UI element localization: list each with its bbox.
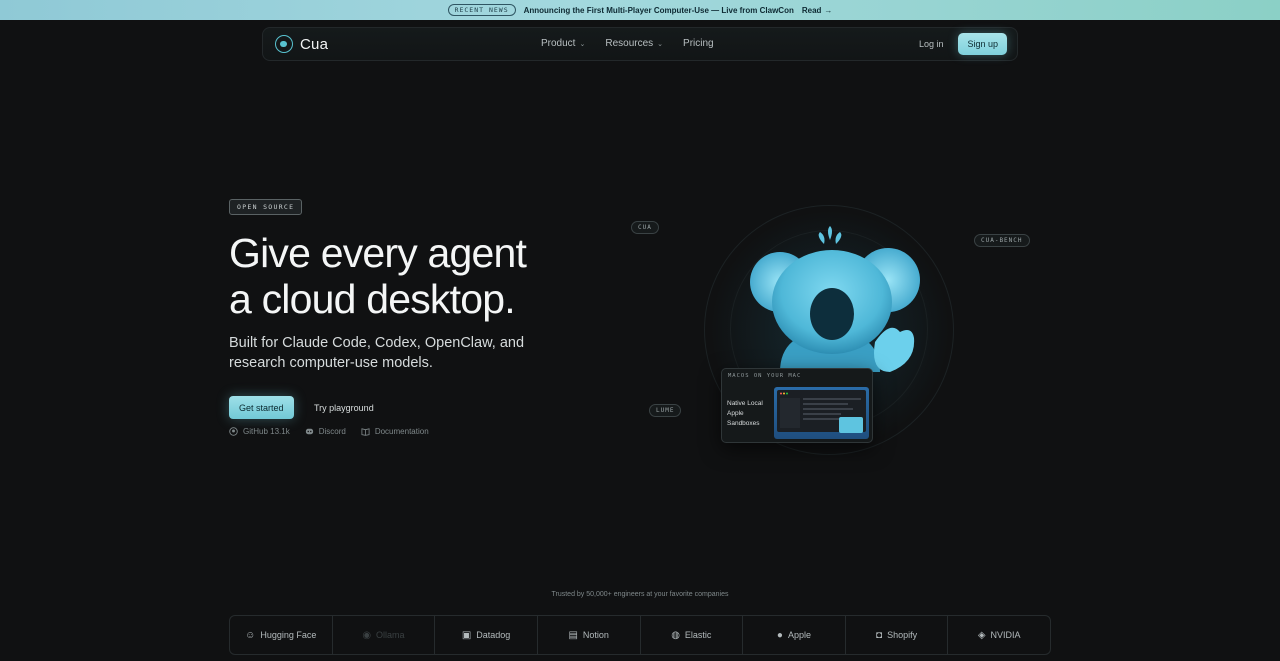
- book-icon: [361, 428, 370, 436]
- nav-actions: Log in Sign up: [919, 33, 1007, 55]
- macos-card-header: MACOS ON YOUR MAC: [728, 373, 802, 379]
- nav-pricing-label: Pricing: [683, 38, 714, 49]
- koala-mascot-icon: [750, 226, 920, 372]
- macos-card-label: Native Local Apple Sandboxes: [727, 400, 763, 427]
- try-playground-button[interactable]: Try playground: [304, 396, 384, 419]
- nav-product-label: Product: [541, 38, 576, 49]
- company-name: Apple: [787, 630, 811, 640]
- company-nvidia: ◈ NVIDIA: [948, 616, 1050, 654]
- company-name: Shopify: [887, 630, 918, 640]
- shopify-icon: ◘: [876, 629, 883, 641]
- company-apple: ● Apple: [743, 616, 846, 654]
- subhead-line-2: research computer-use models.: [229, 355, 433, 371]
- signup-button[interactable]: Sign up: [958, 33, 1007, 55]
- navbar: Cua Product ⌄ Resources ⌄ Pricing Log in…: [262, 27, 1018, 61]
- brand-link[interactable]: Cua: [275, 35, 328, 53]
- company-elastic: ◍ Elastic: [641, 616, 744, 654]
- discord-icon: [305, 428, 313, 435]
- brand-name: Cua: [300, 35, 329, 53]
- company-name: Notion: [582, 630, 609, 640]
- read-label: Read: [801, 5, 822, 15]
- announcement-tag: RECENT NEWS: [447, 4, 516, 16]
- nav-product[interactable]: Product ⌄: [541, 38, 585, 49]
- company-notion: ▤ Notion: [538, 616, 641, 654]
- arrow-right-icon: →: [824, 5, 833, 15]
- company-ollama: ◉ Ollama: [333, 616, 436, 654]
- announcement-read-link[interactable]: Read →: [802, 6, 833, 15]
- hugging-face-icon: ☺: [245, 629, 256, 641]
- hero-headline: Give every agent a cloud desktop.: [229, 230, 629, 322]
- documentation-link[interactable]: Documentation: [361, 427, 429, 436]
- nav-pricing[interactable]: Pricing: [683, 38, 714, 49]
- hero-links: GitHub 13.1k Discord Documentation: [229, 427, 429, 436]
- cua-logo-icon: [275, 35, 293, 53]
- company-name: NVIDIA: [990, 630, 1021, 640]
- company-name: Datadog: [476, 630, 511, 640]
- announcement-message[interactable]: Announcing the First Multi-Player Comput…: [524, 6, 794, 15]
- company-logos: ☺ Hugging Face ◉ Ollama ▣ Datadog ▤ Noti…: [229, 615, 1051, 655]
- discord-label: Discord: [318, 427, 346, 436]
- company-name: Ollama: [376, 630, 405, 640]
- github-label: GitHub 13.1k: [243, 427, 290, 436]
- github-link[interactable]: GitHub 13.1k: [229, 427, 290, 436]
- subhead-line-1: Built for Claude Code, Codex, OpenClaw, …: [229, 335, 525, 351]
- documentation-label: Documentation: [374, 427, 429, 436]
- headline-line-2: a cloud desktop.: [229, 276, 516, 322]
- nav-resources-label: Resources: [605, 38, 654, 49]
- nav-resources[interactable]: Resources ⌄: [605, 38, 663, 49]
- nvidia-icon: ◈: [977, 629, 986, 641]
- get-started-button[interactable]: Get started: [229, 396, 294, 419]
- open-source-badge: OPEN SOURCE: [229, 199, 303, 215]
- datadog-icon: ▣: [461, 629, 472, 641]
- pill-cua-bench: CUA-BENCH: [974, 234, 1030, 247]
- apple-icon: ●: [776, 629, 783, 641]
- github-icon: [229, 427, 238, 436]
- chevron-down-icon: ⌄: [657, 40, 664, 48]
- notion-icon: ▤: [568, 629, 578, 641]
- nav-links: Product ⌄ Resources ⌄ Pricing: [541, 38, 714, 49]
- hero-subhead: Built for Claude Code, Codex, OpenClaw, …: [229, 333, 559, 373]
- company-datadog: ▣ Datadog: [435, 616, 538, 654]
- pill-lume: LUME: [649, 404, 682, 417]
- macos-screen-preview: [774, 387, 869, 439]
- pill-cua: CUA: [631, 221, 659, 234]
- elastic-icon: ◍: [671, 629, 680, 641]
- login-link[interactable]: Log in: [919, 39, 944, 49]
- company-name: Hugging Face: [260, 630, 317, 640]
- macos-card[interactable]: MACOS ON YOUR MAC Native Local Apple San…: [721, 368, 873, 443]
- chevron-down-icon: ⌄: [579, 40, 586, 48]
- company-name: Elastic: [684, 630, 712, 640]
- company-shopify: ◘ Shopify: [846, 616, 949, 654]
- ollama-icon: ◉: [362, 629, 372, 641]
- discord-link[interactable]: Discord: [305, 427, 346, 436]
- announcement-bar[interactable]: RECENT NEWS Announcing the First Multi-P…: [0, 0, 1280, 20]
- company-hugging-face: ☺ Hugging Face: [230, 616, 333, 654]
- trusted-caption: Trusted by 50,000+ engineers at your fav…: [551, 591, 729, 598]
- headline-line-1: Give every agent: [229, 230, 527, 276]
